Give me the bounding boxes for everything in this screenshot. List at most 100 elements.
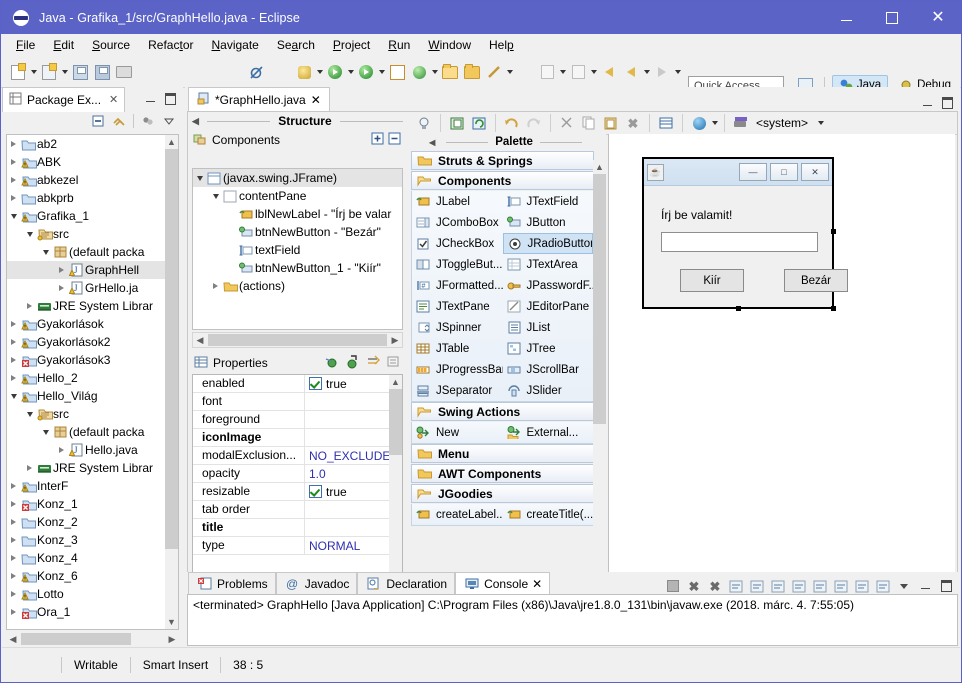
tree-item[interactable]: (default packa <box>7 423 178 441</box>
tree-item[interactable]: Gyakorlások3 <box>7 351 178 369</box>
palette-item[interactable]: New <box>412 422 503 443</box>
chevron-right-icon[interactable] <box>7 339 20 345</box>
package-explorer-horizontal-scrollbar[interactable]: ◀ ▶ <box>6 632 179 646</box>
console-tab-declaration[interactable]: Declaration <box>357 572 456 594</box>
tree-item[interactable]: abkezel <box>7 171 178 189</box>
maximize-editor-button[interactable] <box>938 95 956 111</box>
console-tab-console[interactable]: Console ✕ <box>455 572 551 594</box>
design-canvas[interactable]: ☕ — □ ✕ Írj be valamit! Kiír Bezár <box>608 134 955 635</box>
new-dropdown-chevron-down-icon[interactable] <box>29 61 38 83</box>
chevron-down-icon[interactable] <box>193 176 206 181</box>
new-project-icon[interactable] <box>386 61 408 83</box>
structure-tree[interactable]: (javax.swing.JFrame) contentPane lblNewLab… <box>192 168 403 330</box>
chevron-right-icon[interactable] <box>7 501 20 507</box>
menu-search[interactable]: Search <box>268 36 324 54</box>
refresh-icon[interactable] <box>468 112 490 134</box>
chevron-right-icon[interactable] <box>7 357 20 363</box>
tree-item[interactable]: Konz_2 <box>7 513 178 531</box>
property-value[interactable]: NORMAL <box>305 539 402 553</box>
chevron-right-icon[interactable] <box>7 591 20 597</box>
resize-handle-south[interactable] <box>736 306 741 311</box>
view-menu-icon[interactable] <box>139 113 157 129</box>
search-pencil-icon[interactable] <box>483 61 505 83</box>
new-java-project-chevron-down-icon[interactable] <box>430 61 439 83</box>
chevron-right-icon[interactable] <box>7 177 20 183</box>
maximize-console-button[interactable] <box>937 578 955 594</box>
checkbox-icon[interactable] <box>309 377 322 390</box>
chevron-right-icon[interactable] <box>7 537 20 543</box>
resize-handle-southeast[interactable] <box>831 306 836 311</box>
search-dropdown-chevron-down-icon[interactable] <box>505 61 514 83</box>
palette-item[interactable]: JButton <box>503 212 594 233</box>
structure-tree-item[interactable]: btnNewButton_1 - "Kiír" <box>193 259 402 277</box>
chevron-right-icon[interactable] <box>55 267 68 273</box>
chevron-right-icon[interactable] <box>7 519 20 525</box>
palette-item[interactable]: createTitle(... <box>503 504 593 525</box>
property-row[interactable]: enabled true <box>193 375 402 393</box>
collapse-left-chevron-icon[interactable]: ◀ <box>429 138 435 147</box>
chevron-down-icon[interactable] <box>209 194 222 199</box>
clear-console-icon[interactable] <box>727 578 745 594</box>
properties-icon[interactable] <box>655 112 677 134</box>
collapse-left-chevron-icon[interactable]: ◀ <box>192 116 199 127</box>
pin-console-icon[interactable] <box>832 578 850 594</box>
chevron-right-icon[interactable] <box>7 141 20 147</box>
look-and-feel-icon[interactable] <box>730 112 752 134</box>
console-output[interactable]: <terminated> GraphHello [Java Applicatio… <box>187 594 958 646</box>
chevron-right-icon[interactable] <box>55 285 68 291</box>
property-value[interactable]: 1.0 <box>305 467 402 481</box>
property-row[interactable]: opacity 1.0 <box>193 465 402 483</box>
view-menu-chevron-down-icon[interactable] <box>160 113 178 129</box>
window-maximize-button[interactable] <box>869 1 915 34</box>
palette-item[interactable]: JList <box>503 317 594 338</box>
menu-source[interactable]: Source <box>83 36 139 54</box>
resize-handle-east[interactable] <box>831 229 836 234</box>
palette-item[interactable]: JCheckBox <box>412 233 503 254</box>
chevron-down-icon[interactable] <box>23 412 36 417</box>
close-icon[interactable]: ✕ <box>311 93 321 107</box>
tree-item[interactable]: InterF <box>7 477 178 495</box>
scroll-up-icon[interactable]: ▲ <box>165 135 178 149</box>
tree-item[interactable]: Konz_4 <box>7 549 178 567</box>
palette-vertical-scrollbar[interactable]: ▲ ▼ <box>593 160 606 635</box>
text-field[interactable] <box>661 232 818 252</box>
next-annotation-chevron-down-icon[interactable] <box>558 61 567 83</box>
tree-item[interactable]: Konz_1 <box>7 495 178 513</box>
chevron-down-icon[interactable] <box>23 232 36 237</box>
console-tab-javadoc[interactable]: @ Javadoc <box>275 572 358 594</box>
chevron-right-icon[interactable] <box>7 159 20 165</box>
redo-icon[interactable] <box>523 112 545 134</box>
property-row[interactable]: type NORMAL <box>193 537 402 555</box>
property-row[interactable]: resizable true <box>193 483 402 501</box>
tree-item[interactable]: Ora_1 <box>7 603 178 621</box>
stop-icon[interactable] <box>664 578 682 594</box>
print-icon[interactable] <box>113 61 135 83</box>
jframe-preview[interactable]: ☕ — □ ✕ Írj be valamit! Kiír Bezár <box>642 157 848 311</box>
open-source-icon[interactable] <box>446 112 468 134</box>
minimize-console-button[interactable] <box>916 578 934 594</box>
show-console-icon[interactable] <box>790 578 808 594</box>
palette-item[interactable]: JSlider <box>503 380 594 401</box>
property-row[interactable]: foreground••• <box>193 411 402 429</box>
tree-item[interactable]: Konz_3 <box>7 531 178 549</box>
structure-tree-item[interactable]: (actions) <box>193 277 402 295</box>
property-value[interactable]: true <box>305 377 402 391</box>
property-row[interactable]: modalExclusion... NO_EXCLUDE <box>193 447 402 465</box>
menu-help[interactable]: Help <box>480 36 523 54</box>
tree-item[interactable]: JRE System Librar <box>7 459 178 477</box>
palette-item[interactable]: JTable <box>412 338 503 359</box>
palette-item[interactable]: JSpinner <box>412 317 503 338</box>
chevron-right-icon[interactable] <box>7 321 20 327</box>
tree-item[interactable]: J Hello.java <box>7 441 178 459</box>
open-type-icon[interactable] <box>439 61 461 83</box>
remove-x-icon[interactable]: ✖ <box>685 578 703 594</box>
close-icon[interactable]: ✕ <box>532 577 542 591</box>
show-events-icon[interactable] <box>324 355 338 372</box>
structure-tree-item[interactable]: textField <box>193 241 402 259</box>
save-icon[interactable] <box>69 61 91 83</box>
minimize-view-button[interactable] <box>141 91 159 107</box>
coverage-dropdown-chevron-down-icon[interactable] <box>377 61 386 83</box>
chevron-right-icon[interactable] <box>55 447 68 453</box>
chevron-right-icon[interactable] <box>23 303 36 309</box>
console-tab-problems[interactable]: Problems <box>188 572 276 594</box>
